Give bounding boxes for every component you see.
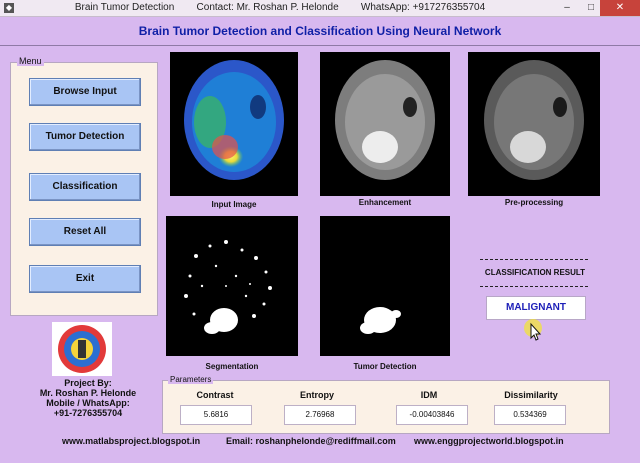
browse-input-button[interactable]: Browse Input — [29, 78, 141, 106]
project-logo — [52, 322, 112, 376]
caption-tumor-detection: Tumor Detection — [353, 362, 417, 371]
tumor-detection-button[interactable]: Tumor Detection — [29, 123, 141, 151]
footer-site-1: www.matlabsproject.blogspot.in — [62, 436, 201, 446]
idm-label: IDM — [420, 390, 438, 400]
preprocessing-image — [468, 52, 600, 196]
entropy-label: Entropy — [299, 390, 334, 400]
project-info: Project By: Mr. Roshan P. Helonde Mobile… — [18, 378, 158, 418]
footer-email: Email: roshanphelonde@rediffmail.com — [226, 436, 396, 446]
project-line-3: Mobile / WhatsApp: — [46, 398, 130, 408]
title-app-name: Brain Tumor Detection — [74, 2, 175, 13]
heading-divider — [0, 45, 640, 46]
classification-button[interactable]: Classification — [29, 173, 141, 201]
classification-result-value: MALIGNANT — [486, 296, 586, 320]
caption-enhancement: Enhancement — [358, 198, 412, 207]
contrast-label: Contrast — [196, 390, 234, 400]
input-image — [170, 52, 298, 196]
caption-input-image: Input Image — [211, 200, 257, 209]
result-divider-bottom — [480, 286, 588, 287]
result-divider-top — [480, 259, 588, 260]
window-titlebar: ◆ Brain Tumor Detection Contact: Mr. Ros… — [0, 0, 640, 17]
window-title: Brain Tumor Detection Contact: Mr. Rosha… — [0, 2, 560, 13]
tumor-detection-image — [320, 216, 450, 356]
entropy-value: 2.76968 — [284, 405, 356, 425]
page-heading: Brain Tumor Detection and Classification… — [138, 24, 502, 38]
project-line-4: +91-7276355704 — [53, 408, 123, 418]
title-whatsapp: WhatsApp: +917276355704 — [360, 2, 486, 13]
minimize-icon[interactable]: – — [554, 0, 580, 16]
reset-all-button[interactable]: Reset All — [29, 218, 141, 246]
close-icon[interactable]: ✕ — [600, 0, 640, 16]
parameters-legend: Parameters — [168, 375, 214, 384]
classification-result-label: CLASSIFICATION RESULT — [484, 268, 586, 277]
contrast-value: 5.6816 — [180, 405, 252, 425]
exit-button[interactable]: Exit — [29, 265, 141, 293]
caption-preprocessing: Pre-processing — [504, 198, 564, 207]
menu-legend: Menu — [17, 56, 44, 66]
dissimilarity-value: 0.534369 — [494, 405, 566, 425]
caption-segmentation: Segmentation — [205, 362, 259, 371]
idm-value: -0.00403846 — [396, 405, 468, 425]
footer-site-2: www.enggprojectworld.blogspot.in — [414, 436, 564, 446]
enhancement-image — [320, 52, 450, 196]
mouse-cursor-icon — [524, 319, 542, 341]
dissimilarity-label: Dissimilarity — [504, 390, 558, 400]
project-line-2: Mr. Roshan P. Helonde — [39, 388, 137, 398]
segmentation-image — [166, 216, 298, 356]
project-line-1: Project By: — [64, 378, 112, 388]
menu-panel: Browse Input Tumor Detection Classificat… — [10, 62, 158, 316]
title-contact: Contact: Mr. Roshan P. Helonde — [196, 2, 339, 13]
